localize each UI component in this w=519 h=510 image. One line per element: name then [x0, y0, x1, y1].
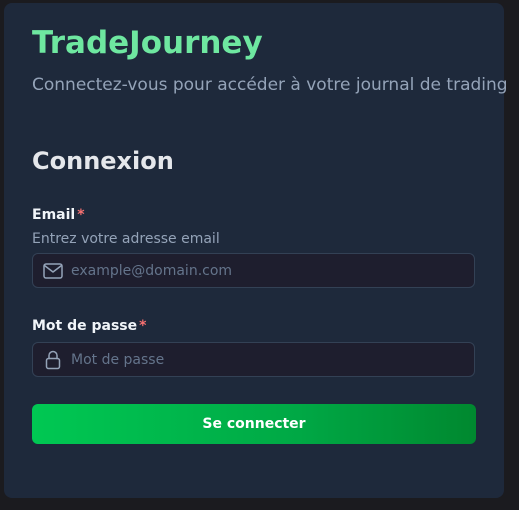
login-button[interactable]: Se connecter	[32, 404, 476, 444]
email-label: Email *	[32, 207, 85, 223]
email-hint: Entrez votre adresse email	[32, 231, 220, 247]
brand-title: TradeJourney	[32, 25, 263, 61]
email-field-wrapper[interactable]	[32, 253, 475, 288]
email-required-mark: *	[77, 207, 85, 223]
login-card: TradeJourney Connectez-vous pour accéder…	[4, 3, 508, 498]
email-label-text: Email	[32, 207, 76, 223]
password-label: Mot de passe *	[32, 318, 146, 334]
form-heading: Connexion	[32, 147, 174, 175]
password-input[interactable]	[71, 343, 474, 376]
password-required-mark: *	[139, 318, 147, 334]
page-subtitle: Connectez-vous pour accéder à votre jour…	[32, 75, 508, 95]
mail-icon	[43, 261, 63, 281]
lock-icon	[43, 350, 63, 370]
password-label-text: Mot de passe	[32, 318, 138, 334]
password-field-wrapper[interactable]	[32, 342, 475, 377]
email-input[interactable]	[71, 254, 474, 287]
